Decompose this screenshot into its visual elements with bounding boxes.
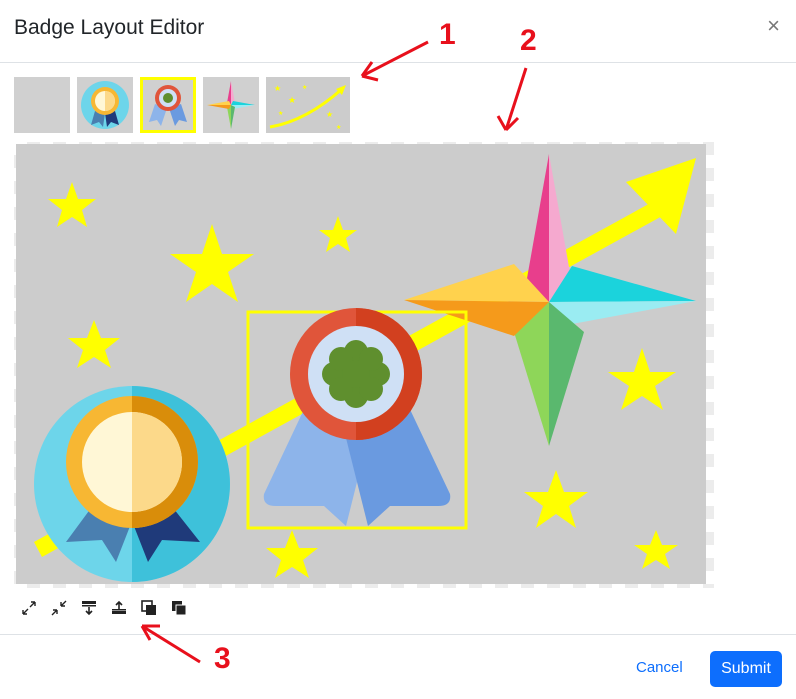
submit-button[interactable]: Submit <box>710 651 782 687</box>
thumbnail-medal-badge[interactable] <box>77 77 133 133</box>
send-to-back-icon[interactable] <box>140 599 158 617</box>
svg-text:★: ★ <box>326 110 333 119</box>
medal-icon <box>81 81 129 129</box>
svg-text:★: ★ <box>274 84 281 93</box>
bring-to-front-icon[interactable] <box>170 599 188 617</box>
canvas-artwork <box>34 154 696 582</box>
thumbnail-stars-arrow-background[interactable]: ★ ★ ★ ★ ★ ★ <box>266 77 350 133</box>
dialog-footer: Cancel Submit <box>0 634 796 699</box>
badge-layout-editor-dialog: Badge Layout Editor × ★ ★ ★ ★ ★ ★ Cancel… <box>0 0 796 698</box>
svg-text:★: ★ <box>288 96 296 106</box>
cancel-button[interactable]: Cancel <box>636 659 683 676</box>
annotation-label-2: 2 <box>520 24 537 57</box>
expand-icon[interactable] <box>20 599 38 617</box>
annotation-arrow-2 <box>504 67 528 131</box>
annotation-label-1: 1 <box>439 18 456 51</box>
thumbnail-compass-star[interactable] <box>203 77 259 133</box>
bring-forward-icon[interactable] <box>110 599 128 617</box>
send-backward-icon[interactable] <box>80 599 98 617</box>
badge-canvas[interactable] <box>16 144 706 584</box>
dialog-title: Badge Layout Editor <box>14 16 205 39</box>
stars-arrow-icon: ★ ★ ★ ★ ★ ★ <box>266 77 350 133</box>
rosette-icon <box>149 85 187 126</box>
dialog-header: Badge Layout Editor × <box>0 0 796 63</box>
close-icon[interactable]: × <box>767 14 780 38</box>
thumbnail-blank-layer[interactable] <box>14 77 70 133</box>
annotation-label-3: 3 <box>214 642 231 675</box>
medal-graphic <box>34 386 230 582</box>
compass-star-icon <box>207 81 255 129</box>
svg-text:★: ★ <box>302 84 307 91</box>
shrink-icon[interactable] <box>50 599 68 617</box>
thumbnail-rosette-badge[interactable] <box>140 77 196 133</box>
editor-canvas-area <box>14 142 714 588</box>
svg-text:★: ★ <box>336 124 341 131</box>
svg-text:★: ★ <box>278 110 283 117</box>
